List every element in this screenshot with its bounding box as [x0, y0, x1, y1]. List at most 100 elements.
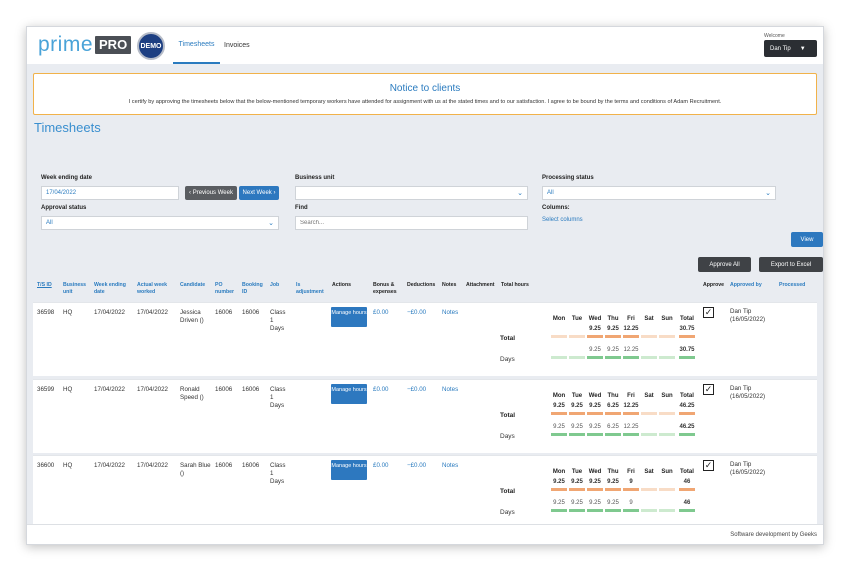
find-label: Find — [295, 205, 308, 211]
approve-checkbox[interactable]: ✓ — [703, 307, 714, 318]
days-bar — [605, 509, 621, 512]
cell-actual-week: 17/04/2022 — [137, 309, 168, 316]
week-ending-input[interactable]: 17/04/2022 — [41, 186, 179, 200]
chevron-down-icon: ⌄ — [765, 190, 771, 197]
hours-bar — [679, 488, 695, 491]
hours-bar — [641, 488, 657, 491]
tab-timesheets[interactable]: Timesheets — [173, 27, 220, 64]
days-bar — [641, 356, 657, 359]
days-bar — [623, 433, 639, 436]
cell-bonus[interactable]: £0.00 — [373, 462, 388, 470]
manage-hours-button[interactable]: Manage hours — [331, 460, 367, 480]
previous-week-button[interactable]: ‹ Previous Week — [185, 186, 237, 200]
approve-all-button[interactable]: Approve All — [698, 257, 751, 272]
approve-checkbox[interactable]: ✓ — [703, 384, 714, 395]
cell-job: Class 1 Days — [270, 386, 286, 409]
cell-po: 16006 — [215, 309, 233, 316]
notes-link[interactable]: Notes — [442, 386, 458, 394]
processing-status-select[interactable]: All ⌄ — [542, 186, 776, 200]
days-value: 9.25 — [553, 424, 565, 430]
col-approved-by[interactable]: Approved by — [730, 282, 762, 289]
export-excel-button[interactable]: Export to Excel — [759, 257, 823, 272]
approval-status-value: All — [46, 220, 53, 226]
total-hours-value: 9 — [629, 479, 633, 485]
approved-date: (16/05/2022) — [730, 316, 766, 323]
col-approve: Approve — [703, 282, 725, 288]
cell-po: 16006 — [215, 462, 233, 469]
day-header: Sun — [661, 393, 673, 399]
col-po-number[interactable]: PO number — [215, 282, 237, 296]
day-header: Total — [680, 316, 694, 322]
notes-link[interactable]: Notes — [442, 309, 458, 317]
col-job[interactable]: Job — [270, 282, 279, 289]
hours-bar — [587, 335, 603, 338]
hours-bar — [551, 335, 567, 338]
cell-bonus[interactable]: £0.00 — [373, 386, 388, 394]
total-hours-value: 9.25 — [553, 403, 565, 409]
welcome-label: Welcome — [764, 33, 785, 39]
days-bar — [551, 356, 567, 359]
hours-bar — [569, 335, 585, 338]
next-week-button[interactable]: Next Week › — [239, 186, 279, 200]
days-bar — [679, 356, 695, 359]
tab-invoices[interactable]: Invoices — [224, 27, 250, 64]
logo-pro-text: PRO — [95, 36, 132, 54]
footer: Software development by Geeks — [27, 524, 823, 544]
user-menu-button[interactable]: Dan Tip ▼ — [764, 40, 817, 57]
col-booking-id[interactable]: Booking ID — [242, 282, 264, 296]
notice-title: Notice to clients — [389, 83, 461, 94]
col-notes: Notes — [442, 282, 457, 288]
days-value: 9.25 — [571, 424, 583, 430]
col-ts-id[interactable]: T/S ID — [37, 282, 52, 289]
hours-bar — [659, 412, 675, 415]
days-bar — [551, 433, 567, 436]
col-candidate[interactable]: Candidate — [180, 282, 205, 289]
manage-hours-button[interactable]: Manage hours — [331, 384, 367, 404]
search-input[interactable] — [295, 216, 528, 230]
day-header: Wed — [588, 316, 602, 322]
cell-bonus[interactable]: £0.00 — [373, 309, 388, 317]
cell-id: 36598 — [37, 309, 55, 316]
app-window: prime PRO DEMO Timesheets Invoices Welco… — [26, 26, 824, 545]
approver-name: Dan Tip — [730, 385, 752, 392]
total-hours-value: 6.25 — [607, 403, 619, 409]
business-unit-select[interactable]: ⌄ — [295, 186, 528, 200]
days-bar — [587, 509, 603, 512]
approve-checkbox[interactable]: ✓ — [703, 460, 714, 471]
view-button[interactable]: View — [791, 232, 823, 247]
approval-status-select[interactable]: All ⌄ — [41, 216, 279, 230]
day-header: Total — [680, 469, 694, 475]
approved-by: Dan Tip (16/05/2022) — [730, 308, 765, 324]
cell-week-ending: 17/04/2022 — [94, 462, 125, 469]
manage-hours-button[interactable]: Manage hours — [331, 307, 367, 327]
primepro-logo[interactable]: prime PRO — [38, 34, 132, 55]
select-columns-link[interactable]: Select columns — [542, 217, 583, 223]
cell-candidate: Sarah Blue () — [180, 462, 211, 477]
col-week-ending[interactable]: Week ending date — [94, 282, 128, 296]
col-actual-week[interactable]: Actual week worked — [137, 282, 173, 296]
approved-by: Dan Tip (16/05/2022) — [730, 385, 765, 401]
col-processed[interactable]: Processed — [779, 282, 805, 289]
days-bar — [641, 509, 657, 512]
cell-deductions[interactable]: −£0.00 — [407, 462, 426, 470]
days-bar — [659, 433, 675, 436]
cell-booking: 16006 — [242, 462, 260, 469]
days-bar — [605, 433, 621, 436]
cell-deductions[interactable]: −£0.00 — [407, 386, 426, 394]
hours-bar — [587, 488, 603, 491]
table-row: 36600 HQ 17/04/2022 17/04/2022 Sarah Blue ()… — [33, 455, 817, 529]
notes-link[interactable]: Notes — [442, 462, 458, 470]
approver-name: Dan Tip — [730, 308, 752, 315]
total-hours-value: 9.25 — [553, 479, 565, 485]
main-content: Notice to clients I certify by approving… — [27, 64, 823, 529]
total-hours-value: 9.25 — [589, 479, 601, 485]
col-is-adjustment[interactable]: Is adjustment — [296, 282, 328, 296]
cell-candidate: Jessica Driven () — [180, 309, 204, 324]
day-header: Fri — [627, 316, 635, 322]
day-header: Sat — [644, 469, 654, 475]
days-value: 9.25 — [589, 500, 601, 506]
day-header: Fri — [627, 393, 635, 399]
total-hours-value: 9.25 — [589, 326, 601, 332]
col-business-unit[interactable]: Business unit — [63, 282, 87, 296]
cell-deductions[interactable]: −£0.00 — [407, 309, 426, 317]
